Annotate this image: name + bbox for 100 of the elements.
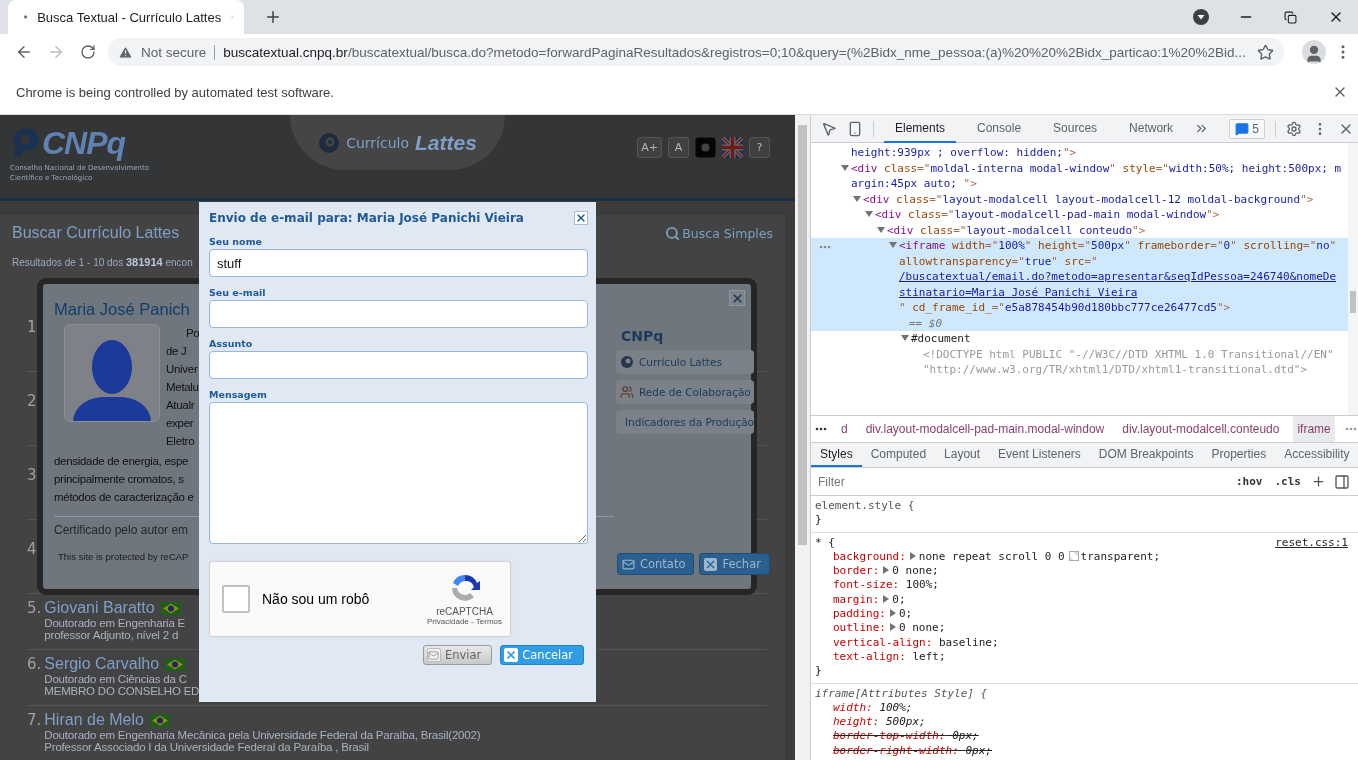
search-icon [665,225,681,241]
reload-icon[interactable] [80,44,96,60]
dialog-title: Envio de e-mail para: Maria José Panichi Vieira [209,211,524,225]
close-button[interactable] [729,290,745,306]
dom-node[interactable]: <div class="layout-modalcell conteudo"> [811,222,1348,238]
dom-node[interactable]: <div class="layout-modalcell-pad-main modal-window"> [811,207,1348,223]
devtools-tab[interactable]: Sources [1042,114,1109,143]
bio-text: Eletro [166,434,195,449]
devtools-tab[interactable]: Network [1118,114,1185,143]
privacy-terms-links[interactable]: Privacidade - Termos [427,617,502,626]
sidebar-toggle-icon[interactable] [1334,473,1350,490]
star-icon[interactable] [1257,43,1274,61]
panel-tab[interactable]: DOM Breakpoints [1089,443,1203,467]
brazil-flag-icon [165,657,186,671]
plus-icon[interactable] [1311,474,1326,489]
address-bar[interactable]: Not secure buscatextual.cnpq.br/buscatextual/busca.do?metodo=forwardPaginaResultados&registros=0;10&query=(%2Bidx_nme_pessoa:(a)%20%20%2Bidx_particao:1%20%2Bid... [108,38,1284,66]
dots-icon[interactable] [1344,427,1357,431]
settings-icon[interactable] [1286,120,1302,137]
panel-tab[interactable]: Accessibility [1275,443,1358,467]
panel-tab[interactable]: Layout [935,443,990,467]
researcher-name-link[interactable]: Hiran de Melo [44,711,144,729]
side-link[interactable]: Indicadores da Produção [616,410,754,434]
css-selector: * { [815,535,835,550]
expand-triangle-icon[interactable] [852,194,862,203]
css-declaration: height: 500px; [832,715,927,730]
breadcrumb-item[interactable]: d [837,416,852,442]
expand-triangle-icon[interactable] [876,225,886,234]
dom-node[interactable]: height:939px ; overflow: hidden;"> [811,145,1348,161]
side-link[interactable]: Rede de Colaboração [616,380,754,404]
bio-text: exper [166,416,194,431]
people-icon [620,385,634,399]
input-field[interactable] [209,351,588,379]
style-tool-button[interactable]: :hov [1234,475,1265,488]
color-swatch [1068,550,1079,561]
checkbox[interactable] [222,585,250,613]
result-number: 7. [27,711,42,731]
profile-icon[interactable] [1302,40,1326,64]
browser-tab[interactable]: Busca Textual - Currículo Lattes [8,0,244,34]
inspect-cursor-icon[interactable] [821,120,837,137]
close-icon [730,291,744,305]
researcher-name-link[interactable]: Giovani Baratto [44,599,155,617]
popup-button[interactable]: Fechar [699,553,770,575]
panel-tab[interactable]: Event Listeners [989,443,1090,467]
dom-node[interactable]: <!DOCTYPE html PUBLIC "-//W3C//DTD XHTML 1.0 Transitional//EN" "http://www.w3.org/TR/xhtml1/DTD/xhtml1-transitional.dtd"> [811,346,1348,378]
breadcrumb-item[interactable]: div.layout-modalcell-pad-main.modal-window [861,416,1109,442]
font-size-button[interactable]: A [668,137,689,158]
field-label: Seu nome [209,236,263,247]
researcher-name: Maria José Panich [54,299,190,320]
result-description: professor Adjunto, nível 2 d [44,629,179,641]
css-brace: } [815,513,823,528]
cnpq-logo-text: CNPq [42,125,126,162]
uk-flag-icon[interactable] [722,137,743,158]
device-icon[interactable] [847,120,863,137]
field-label: Mensagem [209,389,268,400]
simple-search-link[interactable]: Busca Simples [665,225,773,241]
page-title: Buscar Currículo Lattes [12,224,180,242]
stylesheet-link[interactable]: reset.css:1 [1275,535,1348,550]
researcher-name-link[interactable]: Sergio Carvalho [44,655,160,673]
result-number: 3 [27,466,37,486]
captcha-label: Não sou um robô [262,591,371,607]
close-icon [575,212,587,224]
devtools-tab[interactable]: Console [966,114,1033,143]
font-size-button[interactable]: ? [749,137,770,158]
issues-badge[interactable]: 5 [1229,118,1265,139]
expand-triangle-icon[interactable] [900,334,910,342]
css-declaration: background: none repeat scroll 0 0 transparent; [832,549,1162,565]
message-field[interactable] [209,402,588,544]
side-link[interactable]: Currículo Lattes [616,350,754,374]
expand-triangle-icon[interactable] [888,241,898,249]
result-number: 1 [27,318,37,338]
plus-icon[interactable] [264,8,282,26]
expand-triangle-icon[interactable] [908,551,917,560]
restore-icon[interactable] [1284,10,1297,24]
dom-node[interactable]: <iframe width="100%" height="500px" frameborder="0" scrolling="no" allowtransparency="true" src=" /buscatextual/email.do?metodo=apresentar&seqIdPessoa=246740&nomeDestinatario=Maria José Panichi Vieira " cd_frame_id_="e5a878454b90d180bbc777ce26477cd5"> == $0 [811,238,1348,331]
field-label: Assunto [209,338,254,349]
dom-node[interactable]: <div class="layout-modalcell layout-modalcell-12 moldal-background"> [811,191,1348,207]
input-field[interactable]: stuff [209,249,588,277]
dropdown-icon[interactable] [1192,9,1209,25]
dom-node[interactable]: <div class="moldal-interna modal-window" style="width:50%; height:500px; margin:45px auto; "> [811,160,1348,192]
close-button[interactable] [574,211,588,225]
panel-tab[interactable]: Computed [861,443,936,467]
result-description: Professor Associado I da Universidade Federal da Paraíba , Brasil [44,741,369,753]
dom-node[interactable]: #document [811,331,1348,347]
font-size-button[interactable]: A+ [637,137,662,158]
input-field[interactable] [209,300,588,328]
breadcrumb-item[interactable]: iframe [1293,416,1335,442]
style-tool-button[interactable]: .cls [1272,475,1303,488]
security-chip[interactable]: Not secure [118,44,216,60]
panel-tab[interactable]: Styles [811,443,862,467]
popup-button[interactable]: Contato [617,553,695,575]
breadcrumb-item[interactable]: div.layout-modalcell.conteudo [1118,416,1284,442]
panel-tab[interactable]: Properties [1202,443,1276,467]
css-declaration: padding: 0; [832,607,914,622]
expand-triangle-icon[interactable] [864,210,874,218]
expand-triangle-icon[interactable] [882,566,891,575]
expand-triangle-icon[interactable] [840,163,850,172]
dots-icon[interactable] [815,427,827,431]
cancel-button[interactable]: Cancelar [500,645,584,665]
result-description: Doutorado em Engenharia E [44,617,186,629]
side-title: CNPq [621,328,665,344]
